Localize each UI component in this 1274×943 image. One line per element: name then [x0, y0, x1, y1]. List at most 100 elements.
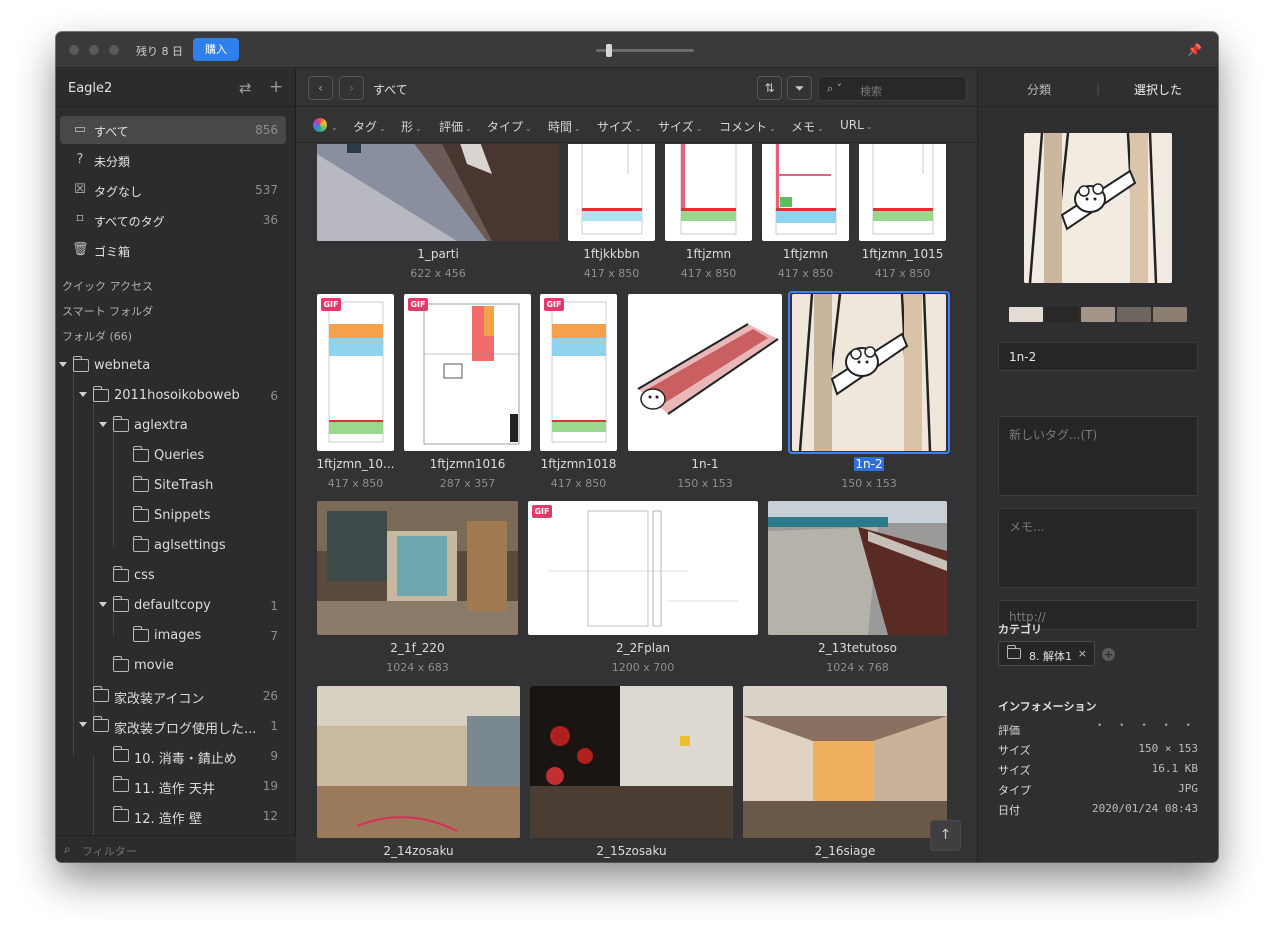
folder-defaultcopy[interactable]: defaultcopy 1 — [56, 591, 292, 621]
folder-aglextra[interactable]: aglextra — [56, 411, 292, 441]
sort-button[interactable]: ⇅ — [757, 76, 782, 100]
name-field[interactable]: 1n-2 — [998, 342, 1198, 371]
thumbnail[interactable] — [530, 686, 733, 838]
grid-item[interactable]: 1ftjzmn 417 x 850 — [762, 144, 849, 280]
filter-type[interactable]: タイプ ⌄ — [487, 118, 532, 135]
filter-size[interactable]: サイズ ⌄ — [597, 118, 641, 135]
folder-css[interactable]: css — [56, 561, 292, 591]
folder-movie[interactable]: movie — [56, 651, 292, 681]
sidebar-item-all[interactable]: ▭ すべて 856 — [60, 116, 286, 144]
tab-classify[interactable]: 分類 — [1027, 81, 1051, 98]
thumbnail[interactable]: GIF — [317, 294, 394, 451]
folder-queries[interactable]: Queries — [56, 441, 292, 471]
folders-heading[interactable]: フォルダ (66) — [62, 328, 132, 344]
thumbnail[interactable] — [568, 144, 655, 241]
grid-item[interactable]: 2_15zosaku — [530, 686, 733, 862]
sidebar-item-uncategorized[interactable]: ? 未分類 — [60, 146, 286, 174]
sidebar-item-all-tags[interactable]: ⌑ すべてのタグ 36 — [60, 206, 286, 234]
filter-tags[interactable]: タグ ⌄ — [353, 118, 386, 135]
minimize-window-button[interactable] — [89, 45, 99, 55]
sidebar-item-untagged[interactable]: ☒ タグなし 537 — [60, 176, 286, 204]
folder-aglsettings[interactable]: aglsettings — [56, 531, 292, 561]
grid-item[interactable]: 1_parti 622 x 456 — [317, 144, 559, 280]
grid-item[interactable]: GIF 2_2Fplan 1200 x 700 — [528, 501, 758, 681]
caret-down-icon[interactable] — [79, 392, 87, 397]
folder-2011hosoikoboweb[interactable]: 2011hosoikoboweb 6 — [56, 381, 292, 411]
thumbnail[interactable] — [792, 294, 946, 451]
thumbnail[interactable] — [665, 144, 752, 241]
thumbnail[interactable] — [317, 686, 520, 838]
color-swatch[interactable] — [1153, 307, 1187, 322]
rating-stars[interactable]: • • • • • — [1097, 721, 1198, 731]
caret-down-icon[interactable] — [79, 722, 87, 727]
filter-shape[interactable]: 形 ⌄ — [401, 118, 422, 135]
grid-item[interactable]: GIF 1ftjzmn_10... 417 x 850 — [317, 294, 395, 494]
folder-webneta[interactable]: webneta — [56, 351, 292, 381]
filter-button[interactable]: ⏷ — [787, 76, 812, 100]
thumbnail[interactable] — [628, 294, 782, 451]
switch-library-icon[interactable]: ⇄ — [239, 79, 252, 97]
folder-12[interactable]: 12. 造作 壁 12 — [56, 801, 292, 831]
thumbnail[interactable]: GIF — [404, 294, 531, 451]
color-filter-icon[interactable] — [313, 118, 327, 132]
preview-image[interactable] — [1024, 133, 1172, 283]
sidebar-item-trash[interactable]: 🗑 ゴミ箱 — [60, 236, 286, 264]
caret-down-icon[interactable] — [59, 362, 67, 367]
filter-memo[interactable]: メモ ⌄ — [791, 118, 824, 135]
close-window-button[interactable] — [69, 45, 79, 55]
folder-home-renovation-icons[interactable]: 家改装アイコン 26 — [56, 681, 292, 711]
pin-icon[interactable]: 📌 — [1187, 43, 1202, 57]
filter-comment[interactable]: コメント ⌄ — [719, 118, 776, 135]
grid-item[interactable]: 2_13tetutoso 1024 x 768 — [768, 501, 947, 681]
thumbnail[interactable] — [859, 144, 946, 241]
forward-button[interactable]: › — [339, 76, 364, 100]
add-category-icon[interactable]: + — [1102, 648, 1115, 661]
color-swatch[interactable] — [1117, 307, 1151, 322]
smart-folders-heading[interactable]: スマート フォルダ — [62, 303, 153, 319]
folder-sitetrash[interactable]: SiteTrash — [56, 471, 292, 501]
thumbnail[interactable] — [768, 501, 947, 635]
back-button[interactable]: ‹ — [308, 76, 333, 100]
folder-snippets[interactable]: Snippets — [56, 501, 292, 531]
grid-item[interactable]: 2_16siage — [743, 686, 947, 862]
caret-down-icon[interactable] — [99, 602, 107, 607]
thumbnail[interactable] — [317, 144, 559, 241]
memo-placeholder[interactable]: メモ... — [1009, 518, 1044, 535]
grid-item-selected[interactable]: 1n-2 150 x 153 — [792, 294, 946, 494]
color-swatch[interactable] — [1045, 307, 1079, 322]
thumbnail[interactable] — [743, 686, 947, 838]
name-value[interactable]: 1n-2 — [1009, 350, 1036, 364]
grid-item[interactable]: 1ftjkkbbn 417 x 850 — [568, 144, 655, 280]
sidebar-filter[interactable]: ⌕ フィルター — [56, 835, 296, 862]
grid-item[interactable]: 2_1f_220 1024 x 683 — [317, 501, 518, 681]
library-name[interactable]: Eagle2 — [68, 81, 112, 96]
tags-placeholder[interactable]: 新しいタグ...(T) — [1009, 426, 1097, 443]
folder-images[interactable]: images 7 — [56, 621, 292, 651]
filter-time[interactable]: 時間 ⌄ — [548, 118, 581, 135]
scroll-to-top-button[interactable]: ↑ — [930, 820, 961, 851]
folder-11[interactable]: 11. 造作 天井 19 — [56, 771, 292, 801]
filter-file-size[interactable]: サイズ ⌄ — [658, 118, 702, 135]
quick-access-heading[interactable]: クイック アクセス — [62, 278, 153, 294]
zoom-window-button[interactable] — [109, 45, 119, 55]
category-chip[interactable]: 8. 解体1 × — [998, 641, 1095, 666]
grid-item[interactable]: GIF 1ftjzmn1018 417 x 850 — [540, 294, 617, 494]
grid-item[interactable]: GIF 1ftjzmn1016 287 x 357 — [404, 294, 531, 494]
folder-home-renovation-blog[interactable]: 家改装ブログ使用した... 1 — [56, 711, 292, 741]
search-field[interactable]: ⌕ ˅ 検索 — [818, 76, 967, 101]
thumbnail[interactable]: GIF — [540, 294, 617, 451]
grid-item[interactable]: 1ftjzmn_1015 417 x 850 — [859, 144, 946, 280]
thumbnail[interactable] — [317, 501, 518, 635]
color-swatch[interactable] — [1081, 307, 1115, 322]
color-swatch[interactable] — [1009, 307, 1043, 322]
search-input[interactable]: 検索 — [860, 83, 882, 99]
filter-input[interactable]: フィルター — [82, 843, 137, 859]
thumbnail[interactable] — [762, 144, 849, 241]
filter-url[interactable]: URL ⌄ — [840, 118, 873, 132]
thumbnail-size-slider[interactable] — [596, 44, 694, 57]
slider-knob[interactable] — [606, 44, 612, 57]
grid-item[interactable]: 2_14zosaku — [317, 686, 520, 862]
color-filter-caret[interactable]: ⌄ — [329, 119, 338, 133]
thumbnail[interactable]: GIF — [528, 501, 758, 635]
folder-10[interactable]: 10. 消毒・錆止め 9 — [56, 741, 292, 771]
